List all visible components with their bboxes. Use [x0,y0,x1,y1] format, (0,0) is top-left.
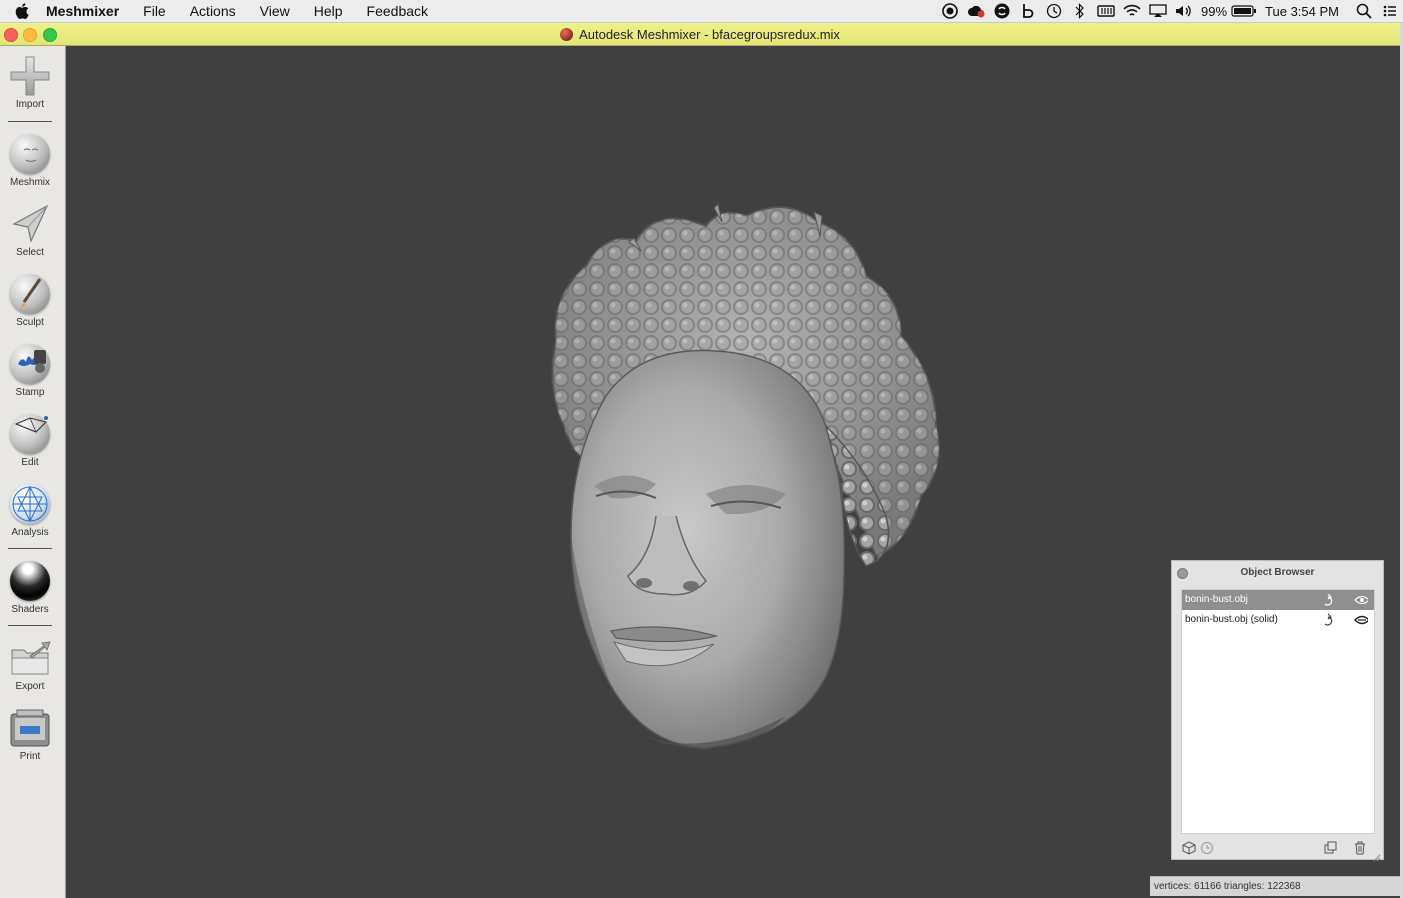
document-icon [560,27,574,41]
object-browser-title: Object Browser [1240,567,1315,578]
printer-icon [8,706,52,750]
edit-label: Edit [21,457,39,468]
window-title: Autodesk Meshmixer - bfacegroupsredux.mi… [579,26,840,42]
minimize-window-button[interactable] [23,28,37,42]
help-menu[interactable]: Help [302,3,355,19]
shaders-tool[interactable]: Shaders [0,559,60,615]
airplay-icon[interactable] [1145,0,1171,22]
record-icon[interactable] [937,0,963,22]
visibility-eye-icon[interactable] [1354,593,1368,607]
object-row-bonin-bust[interactable]: bonin-bust.obj [1182,590,1374,610]
view-menu[interactable]: View [248,3,302,19]
shaders-label: Shaders [11,604,49,615]
object-row-bonin-bust-solid[interactable]: bonin-bust.obj (solid) [1182,610,1374,630]
print-label: Print [19,751,41,762]
analysis-tool[interactable]: Analysis [0,482,60,538]
pin-icon[interactable] [1322,613,1336,627]
cube-icon[interactable] [1181,840,1197,856]
import-label: Import [15,99,45,110]
meshmix-label: Meshmix [9,177,50,188]
import-tool[interactable]: Import [0,54,60,110]
export-label: Export [15,681,45,692]
object-browser-panel: Object Browser bonin-bust.obj bonin-bust… [1171,560,1384,862]
notification-center-icon[interactable] [1377,0,1403,22]
shader-sphere-icon [8,559,52,603]
left-toolbar: Import Meshmix Select Sculpt Stamp Edit [0,46,66,898]
select-label: Select [16,247,44,258]
actions-menu[interactable]: Actions [178,3,248,19]
trash-icon[interactable] [1352,840,1368,856]
stamp-tool[interactable]: Stamp [0,342,60,398]
toolbar-divider [8,625,52,626]
app-menu[interactable]: Meshmixer [32,3,131,19]
sculpt-brush-icon [8,272,52,316]
menu-bar: Meshmixer File Actions View Help Feedbac… [0,0,1403,23]
sculpt-tool[interactable]: Sculpt [0,272,60,328]
edit-tool[interactable]: Edit [0,412,60,468]
sculpt-label: Sculpt [16,317,44,328]
time-machine-icon[interactable] [1041,0,1067,22]
status-menus: 99% Tue 3:54 PM [937,0,1403,22]
stamp-label: Stamp [15,387,45,398]
spotlight-search-icon[interactable] [1351,0,1377,22]
feedback-menu[interactable]: Feedback [355,3,440,19]
bluetooth-icon[interactable] [1067,0,1093,22]
sync-icon[interactable] [989,0,1015,22]
print-tool[interactable]: Print [0,706,60,762]
zoom-window-button[interactable] [43,28,57,42]
close-window-button[interactable] [4,28,18,42]
export-folder-icon [8,636,52,680]
pin-icon[interactable] [1322,593,1336,607]
battery-percent: 99% [1201,3,1228,19]
meshmix-sphere-icon [8,132,52,176]
file-menu[interactable]: File [131,3,178,19]
visibility-eye-icon[interactable] [1354,613,1368,627]
apple-menu-icon[interactable] [12,0,32,22]
resize-grip-icon[interactable] [1373,849,1381,862]
memory-icon[interactable] [1093,0,1119,22]
edit-sphere-icon [8,412,52,456]
analysis-sphere-icon [8,482,52,526]
menubar-clock[interactable]: Tue 3:54 PM [1257,4,1351,19]
battery-icon[interactable] [1231,0,1257,22]
b-app-icon[interactable] [1015,0,1041,22]
export-tool[interactable]: Export [0,636,60,692]
object-name: bonin-bust.obj [1185,594,1248,605]
toolbar-divider [8,121,52,122]
select-tool[interactable]: Select [0,202,60,258]
meshmix-tool[interactable]: Meshmix [0,132,60,188]
volume-icon[interactable] [1171,0,1197,22]
stamp-icon [8,342,52,386]
object-name: bonin-bust.obj (solid) [1185,614,1278,625]
window-title-bar: Autodesk Meshmixer - bfacegroupsredux.mi… [0,23,1400,46]
select-arrow-icon [8,202,52,246]
plus-icon [8,54,52,98]
creative-cloud-icon[interactable] [963,0,989,22]
wifi-icon[interactable] [1119,0,1145,22]
mesh-stats-status: vertices: 61166 triangles: 122368 [1150,876,1400,896]
object-browser-footer [1172,837,1383,859]
object-list: bonin-bust.obj bonin-bust.obj (solid) [1181,589,1375,834]
duplicate-icon[interactable] [1323,840,1339,856]
toolbar-divider [8,548,52,549]
analysis-label: Analysis [11,527,49,538]
clock-icon[interactable] [1199,840,1215,856]
